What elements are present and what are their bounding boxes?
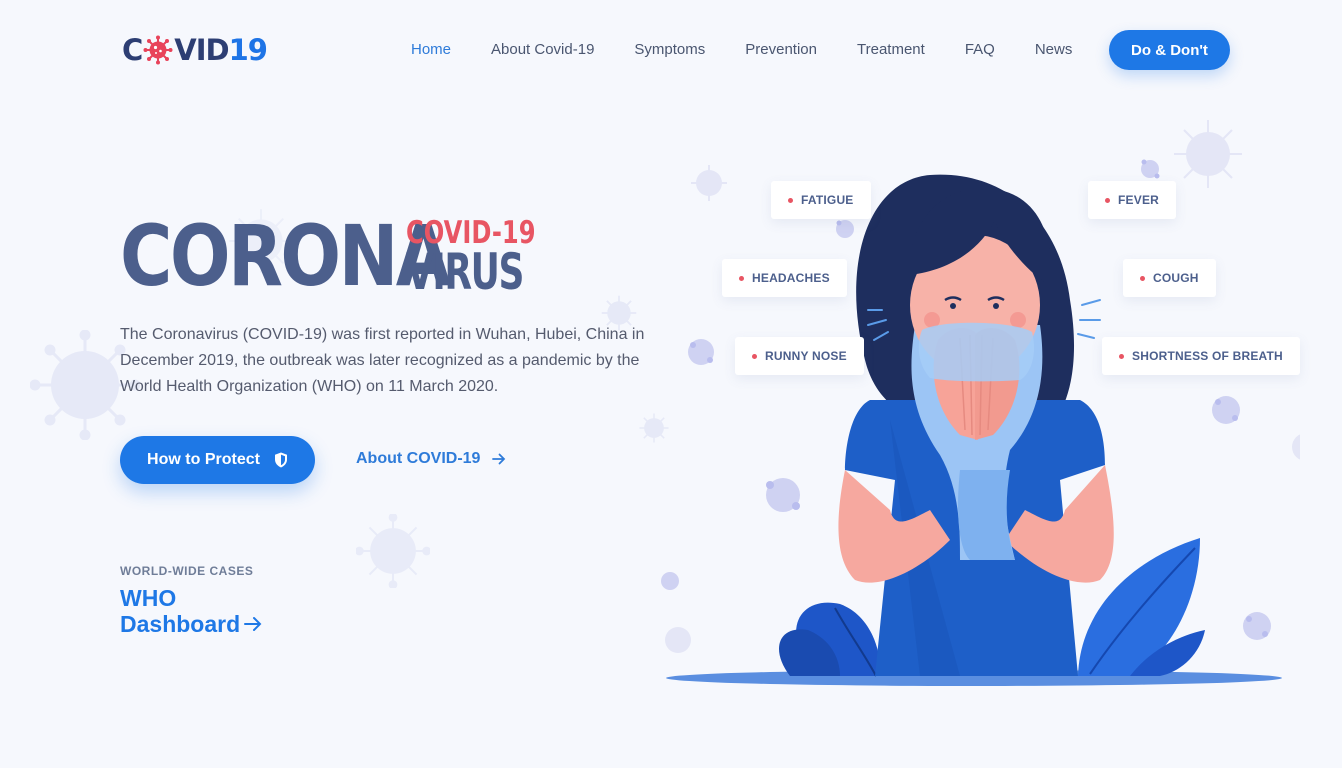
hero-title-stack: COVID-19 VIRUS xyxy=(406,214,572,301)
hero-title-virus: VIRUS xyxy=(406,243,524,301)
about-covid-link[interactable]: About COVID-19 xyxy=(356,450,506,468)
who-dashboard-line1: WHO xyxy=(120,585,177,611)
symptom-tag-runny-nose: RUNNY NOSE xyxy=(735,337,864,375)
main-nav: Home About Covid-19 Symptoms Prevention … xyxy=(411,40,1112,60)
world-wide-cases-label: WORLD-WIDE CASES xyxy=(120,564,254,578)
virus-decoration-icon xyxy=(356,514,430,588)
brand-logo-part1: C xyxy=(122,33,143,67)
symptom-tag-fatigue: FATIGUE xyxy=(771,181,871,219)
brand-logo-part3: 19 xyxy=(228,33,268,67)
arrow-right-icon xyxy=(492,453,506,465)
nav-item-faq[interactable]: FAQ xyxy=(965,40,995,60)
hero-title: CORONA COVID-19 VIRUS xyxy=(120,214,572,298)
who-dashboard-link[interactable]: WHO Dashboard xyxy=(120,585,262,637)
nav-item-symptoms[interactable]: Symptoms xyxy=(634,40,705,60)
symptom-label: SHORTNESS OF BREATH xyxy=(1132,349,1283,363)
do-and-dont-button[interactable]: Do & Don't xyxy=(1109,30,1230,70)
how-to-protect-button[interactable]: How to Protect xyxy=(120,436,315,484)
symptom-label: FEVER xyxy=(1118,193,1160,207)
symptom-tag-fever: FEVER xyxy=(1088,181,1177,219)
symptom-tag-cough: COUGH xyxy=(1123,259,1216,297)
symptom-label: HEADACHES xyxy=(752,271,830,285)
symptom-label: RUNNY NOSE xyxy=(765,349,847,363)
nav-item-prevention[interactable]: Prevention xyxy=(745,40,817,60)
arrow-right-icon xyxy=(244,617,262,631)
symptom-label: COUGH xyxy=(1153,271,1199,285)
symptom-dot-icon xyxy=(788,197,793,203)
symptom-dot-icon xyxy=(1105,197,1110,203)
nav-item-treatment[interactable]: Treatment xyxy=(857,40,925,60)
about-covid-label: About COVID-19 xyxy=(356,450,481,467)
symptom-dot-icon xyxy=(739,275,744,281)
symptom-dot-icon xyxy=(1140,275,1145,281)
nav-item-about-covid-19[interactable]: About Covid-19 xyxy=(491,40,594,60)
symptom-tag-shortness-of-breath: SHORTNESS OF BREATH xyxy=(1102,337,1300,375)
coughing-woman-illustration xyxy=(661,120,1300,686)
shield-icon xyxy=(274,452,287,468)
symptom-tag-headaches: HEADACHES xyxy=(722,259,847,297)
hero-title-corona: CORONA xyxy=(120,207,451,305)
virus-logo-icon xyxy=(143,35,173,65)
how-to-protect-label: How to Protect xyxy=(147,451,260,468)
symptom-dot-icon xyxy=(752,353,757,359)
nav-item-news[interactable]: News xyxy=(1035,40,1073,60)
symptom-dot-icon xyxy=(1119,353,1124,359)
hero-description: The Coronavirus (COVID-19) was first rep… xyxy=(120,326,645,395)
who-dashboard-line2: Dashboard xyxy=(120,611,241,637)
symptom-label: FATIGUE xyxy=(801,193,854,207)
brand-logo[interactable]: C VID 19 xyxy=(122,30,268,70)
brand-logo-part2: VID xyxy=(174,33,229,67)
nav-item-home[interactable]: Home xyxy=(411,40,451,60)
